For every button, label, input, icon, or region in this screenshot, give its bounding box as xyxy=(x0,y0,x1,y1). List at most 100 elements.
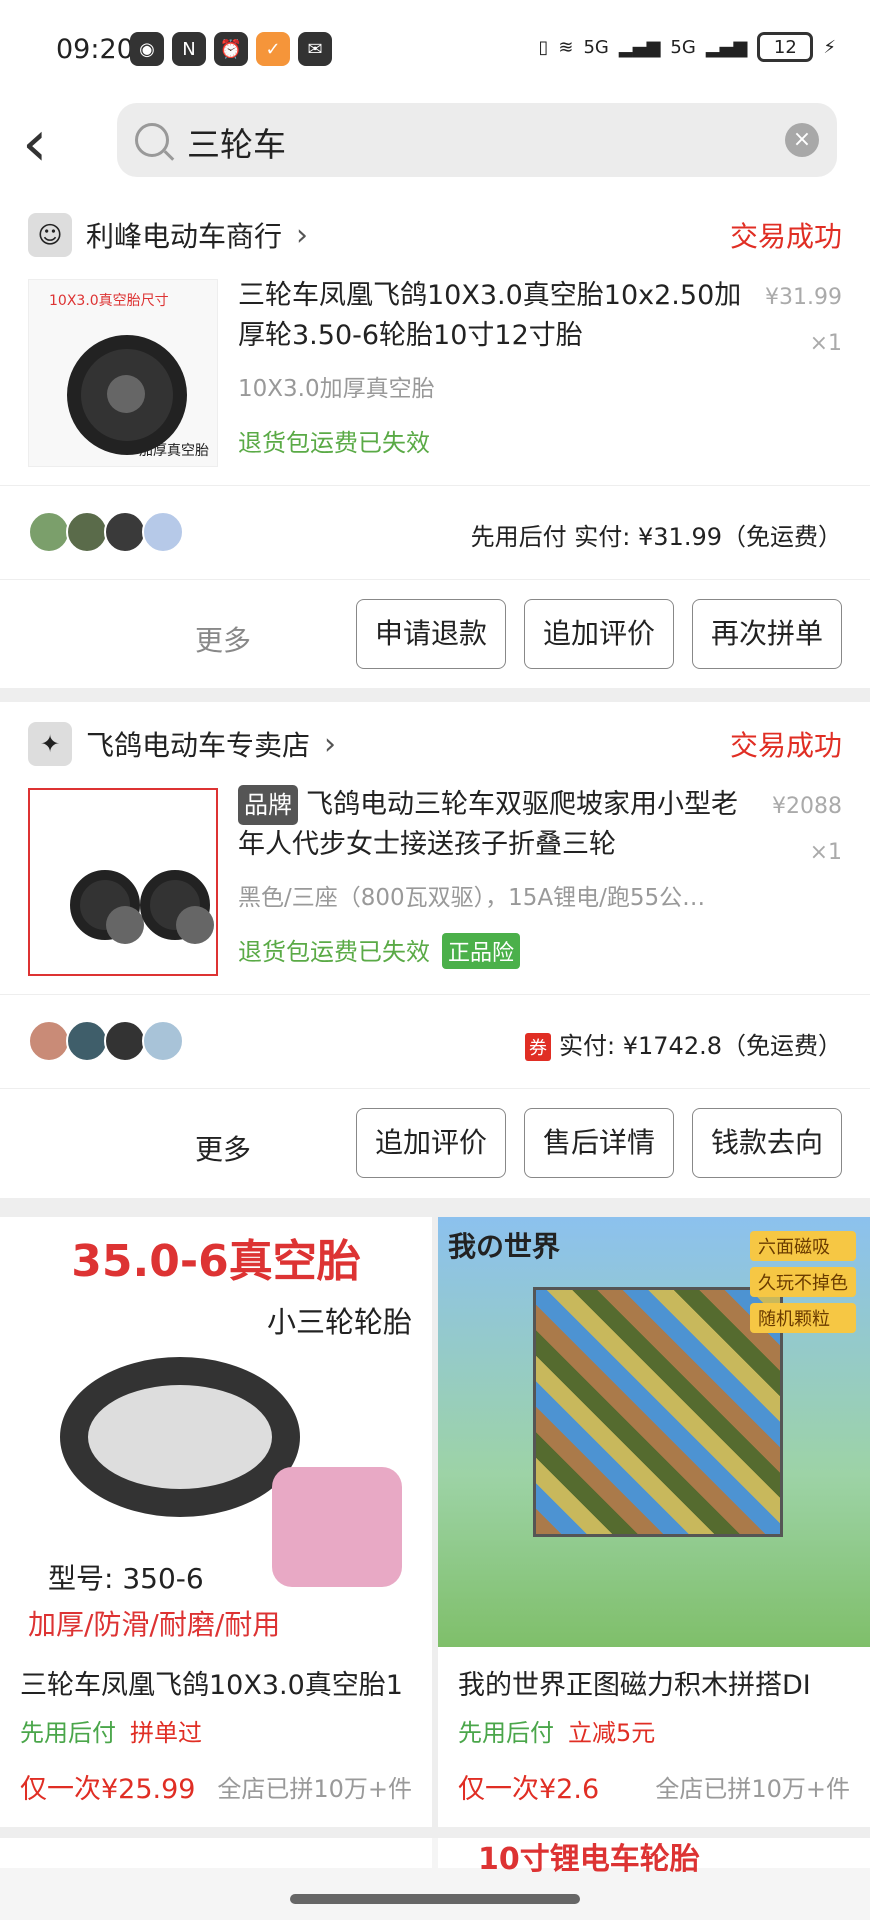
paid-summary: 先用后付 实付: ¥31.99（免运费） xyxy=(470,523,842,551)
tricycle-image xyxy=(272,1467,402,1587)
clear-search-button[interactable]: × xyxy=(785,123,819,157)
sold-count: 全店已拼10万+件 xyxy=(217,1775,412,1803)
shop-link[interactable]: ☺ 利峰电动车商行 › xyxy=(28,213,308,257)
product-title-text: 飞鸽电动三轮车双驱爬坡家用小型老年人代步女士接送孩子折叠三轮 xyxy=(238,789,738,860)
shop-link[interactable]: ✦ 飞鸽电动车专卖店 › xyxy=(28,722,336,766)
product-image[interactable]: 我の世界 六面磁吸 久玩不掉色 随机颗粒 xyxy=(438,1217,870,1647)
divider xyxy=(0,485,870,486)
add-review-button[interactable]: 追加评价 xyxy=(523,599,674,669)
payment-flow-button[interactable]: 钱款去向 xyxy=(691,1108,842,1178)
signal-2-icon: ▂▄▆ xyxy=(705,36,748,58)
product-tags: 先用后付 拼单过 xyxy=(20,1713,202,1748)
signal-2-label: 5G xyxy=(670,36,696,58)
status-app-icons: ◉ N ⏰ ✓ ✉ xyxy=(130,32,332,66)
product-name[interactable]: 三轮车凤凰飞鸽10X3.0真空胎1 xyxy=(20,1663,420,1702)
home-indicator[interactable] xyxy=(290,1894,580,1904)
order-actions: 追加评价 售后详情 钱款去向 xyxy=(355,1108,842,1178)
product-title[interactable]: 品牌 飞鸽电动三轮车双驱爬坡家用小型老年人代步女士接送孩子折叠三轮 xyxy=(238,785,758,865)
product-card[interactable]: 35.0-6真空胎 小三轮轮胎 型号: 350-6 加厚/防滑/耐磨/耐用 三轮… xyxy=(0,1217,432,1827)
battery-level: 12 xyxy=(773,36,797,58)
image-features: 加厚/防滑/耐磨/耐用 xyxy=(28,1608,281,1641)
refund-note-text: 退货包运费已失效 xyxy=(238,938,430,966)
refund-button[interactable]: 申请退款 xyxy=(355,599,506,669)
image-headline: 35.0-6真空胎 xyxy=(71,1236,361,1287)
pay-later-tag: 先用后付 xyxy=(458,1719,554,1747)
search-bar[interactable]: 三轮车 × xyxy=(117,103,837,177)
back-button[interactable]: ‹ xyxy=(22,112,82,182)
vibrate-icon: ▯ xyxy=(538,36,549,58)
product-thumbnail[interactable]: 10X3.0真空胎尺寸 加厚真空胎 xyxy=(28,279,218,467)
divider xyxy=(0,579,870,580)
alarm-icon: ⏰ xyxy=(214,32,248,66)
genuine-insurance-badge: 正品险 xyxy=(442,933,521,969)
product-card[interactable]: 我の世界 六面磁吸 久玩不掉色 随机颗粒 我的世界正图磁力积木拼搭DI 先用后付… xyxy=(438,1217,870,1827)
order-card[interactable]: ✦ 飞鸽电动车专卖店 › 交易成功 品牌 飞鸽电动三轮车双驱爬坡家用小型老年人代步… xyxy=(0,702,870,1198)
more-button[interactable]: 更多 xyxy=(195,1128,251,1168)
product-price: 仅一次¥25.99 xyxy=(20,1774,196,1805)
status-time: 09:20 xyxy=(56,34,134,65)
bottom-area: 10寸锂电车轮胎 xyxy=(0,1838,870,1920)
wheel-image xyxy=(140,870,214,944)
product-price: 仅一次¥2.6 xyxy=(458,1774,600,1805)
shield-app-icon: ✓ xyxy=(256,32,290,66)
image-tag: 随机颗粒 xyxy=(750,1303,856,1333)
avatar xyxy=(66,511,108,553)
next-product-card[interactable]: 10寸锂电车轮胎 xyxy=(438,1838,870,1877)
avatar xyxy=(66,1020,108,1062)
search-header: ‹ 三轮车 × xyxy=(0,100,870,193)
chevron-right-icon: › xyxy=(324,726,337,762)
coupon-icon: 券 xyxy=(525,1033,552,1061)
refund-note: 退货包运费已失效 正品险 xyxy=(238,932,521,969)
after-sales-button[interactable]: 售后详情 xyxy=(523,1108,674,1178)
wifi-icon: ≋ xyxy=(558,36,574,58)
product-thumbnail[interactable] xyxy=(28,788,218,976)
divider xyxy=(0,1088,870,1089)
paid-amount: 实付: ¥1742.8（免运费） xyxy=(559,1032,842,1060)
image-tags: 六面磁吸 久玩不掉色 随机颗粒 xyxy=(750,1231,856,1333)
signal-1-icon: ▂▄▆ xyxy=(618,36,661,58)
search-input[interactable]: 三轮车 xyxy=(187,118,286,166)
discount-tag: 立减5元 xyxy=(568,1719,656,1747)
ordered-before-tag: 拼单过 xyxy=(130,1719,202,1747)
avatar xyxy=(142,1020,184,1062)
next-product-card[interactable] xyxy=(0,1838,432,1868)
wechat-icon: ✉ xyxy=(298,32,332,66)
order-status: 交易成功 xyxy=(729,729,842,762)
avatar xyxy=(142,511,184,553)
nfc-icon: N xyxy=(172,32,206,66)
search-icon xyxy=(135,123,169,157)
shop-name: 利峰电动车商行 xyxy=(86,220,283,253)
product-title[interactable]: 三轮车凤凰飞鸽10X3.0真空胎10x2.50加厚轮3.50-6轮胎10寸12寸… xyxy=(238,276,758,356)
avatar xyxy=(104,1020,146,1062)
brand-badge: 品牌 xyxy=(238,785,298,825)
product-name[interactable]: 我的世界正图磁力积木拼搭DI xyxy=(458,1663,858,1702)
group-avatars xyxy=(28,511,184,553)
tyre-image xyxy=(67,335,187,455)
battery-icon: 12 xyxy=(757,32,814,62)
status-bar: 09:20 ◉ N ⏰ ✓ ✉ ▯ ≋ 5G ▂▄▆ 5G ▂▄▆ 12 ⚡ xyxy=(0,0,870,100)
divider xyxy=(0,994,870,995)
avatar xyxy=(28,1020,70,1062)
quantity: ×1 xyxy=(809,840,842,865)
sold-count: 全店已拼10万+件 xyxy=(655,1775,850,1803)
order-card[interactable]: ☺ 利峰电动车商行 › 交易成功 10X3.0真空胎尺寸 加厚真空胎 三轮车凤凰… xyxy=(0,193,870,688)
image-headline: 我の世界 xyxy=(448,1230,561,1263)
eye-icon: ◉ xyxy=(130,32,164,66)
product-image[interactable]: 35.0-6真空胎 小三轮轮胎 型号: 350-6 加厚/防滑/耐磨/耐用 xyxy=(0,1217,432,1647)
wheel-image xyxy=(70,870,144,944)
image-tag: 六面磁吸 xyxy=(750,1231,856,1261)
add-review-button[interactable]: 追加评价 xyxy=(355,1108,506,1178)
shop-avatar: ✦ xyxy=(28,722,72,766)
image-subtitle: 小三轮轮胎 xyxy=(266,1305,412,1339)
quantity: ×1 xyxy=(809,331,842,356)
thumb-caption: 加厚真空胎 xyxy=(139,443,209,459)
reorder-button[interactable]: 再次拼单 xyxy=(691,599,842,669)
paid-summary: 券实付: ¥1742.8（免运费） xyxy=(525,1026,842,1061)
shop-name: 飞鸽电动车专卖店 xyxy=(86,729,311,762)
more-button[interactable]: 更多 xyxy=(195,619,251,659)
order-actions: 申请退款 追加评价 再次拼单 xyxy=(355,599,842,669)
next-product-image-text: 10寸锂电车轮胎 xyxy=(478,1842,700,1877)
group-avatars xyxy=(28,1020,184,1062)
unit-price: ¥2088 xyxy=(772,794,842,819)
image-tag: 久玩不掉色 xyxy=(750,1267,856,1297)
